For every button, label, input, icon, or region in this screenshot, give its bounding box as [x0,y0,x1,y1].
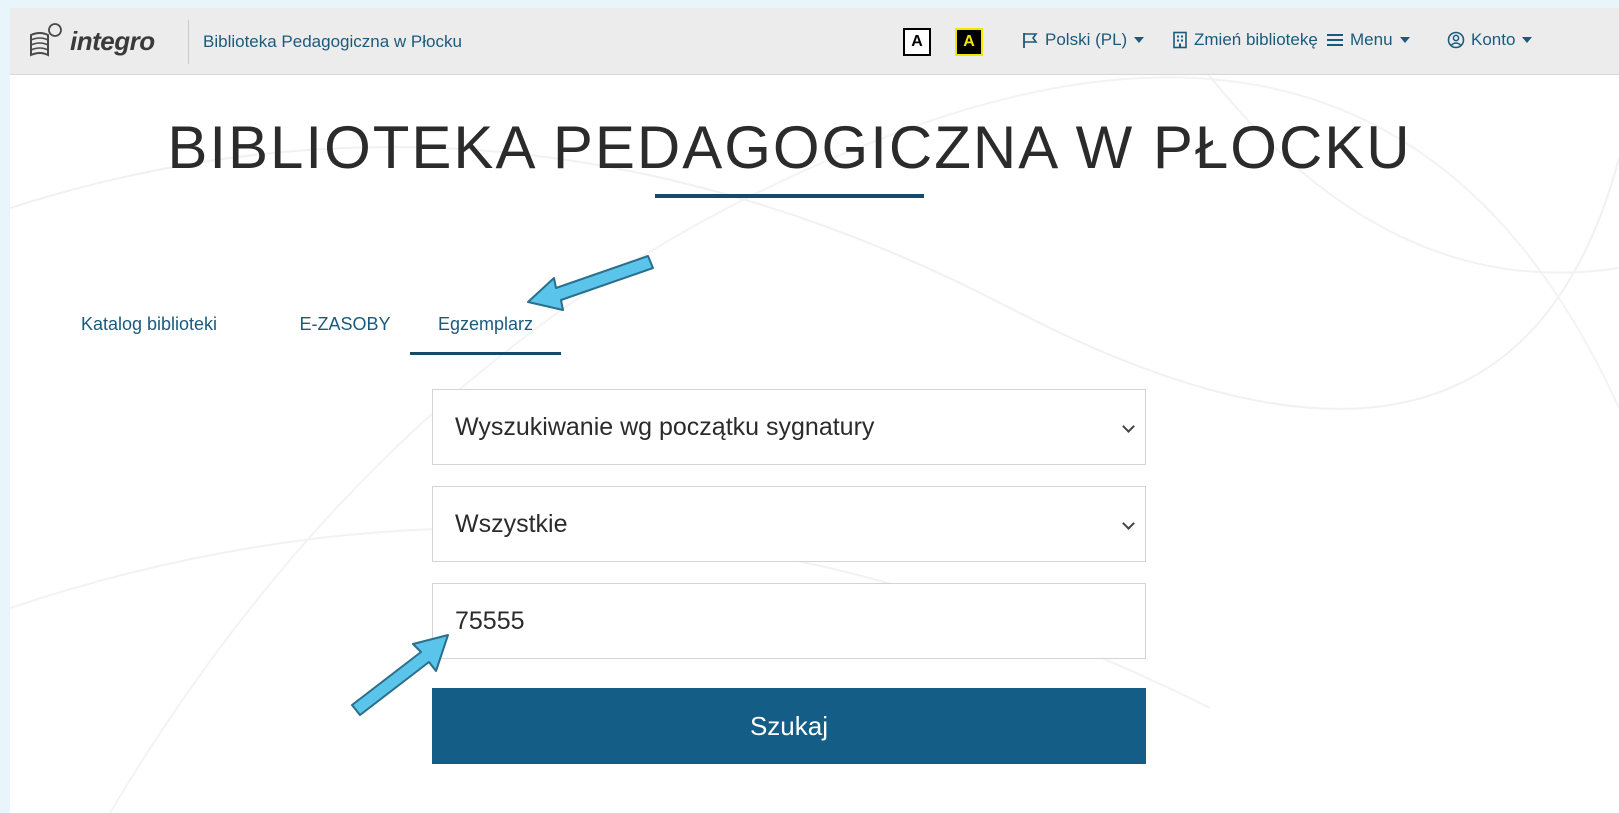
flag-icon [1023,33,1038,48]
chevron-down-icon [1122,517,1135,530]
call-number-value: 75555 [455,607,525,635]
page-title: BIBLIOTEKA PEDAGOGICZNA W PŁOCKU [167,114,1412,181]
scope-select[interactable]: Wszystkie [432,486,1146,562]
menu-label: Menu [1350,30,1393,49]
contrast-high-button[interactable]: A [955,28,983,56]
contrast-normal-button[interactable]: A [903,28,931,56]
hamburger-icon [1327,34,1343,46]
language-label: Polski (PL) [1045,30,1128,49]
chevron-down-icon [1122,420,1135,433]
annotation-arrow-tab [527,255,654,311]
logo-text: integro [70,25,155,56]
tab-library-catalog[interactable]: Katalog biblioteki [54,300,244,352]
search-type-value: Wyszukiwanie wg początku sygnatury [455,413,875,441]
user-circle-icon [1447,31,1465,49]
scope-value: Wszystkie [455,510,568,538]
menu-dropdown[interactable]: Menu [1326,30,1410,50]
chevron-down-icon [1399,37,1410,43]
integro-logo[interactable]: integro [28,20,155,62]
title-underline [655,194,924,198]
search-type-select[interactable]: Wyszukiwanie wg początku sygnatury [432,389,1146,465]
library-name-link[interactable]: Biblioteka Pedagogiczna w Płocku [203,32,462,52]
change-library-label: Zmień bibliotekę [1194,30,1318,49]
account-dropdown[interactable]: Konto [1447,30,1533,50]
change-library-link[interactable]: Zmień bibliotekę [1172,30,1318,50]
search-button[interactable]: Szukaj [432,688,1146,764]
account-label: Konto [1471,30,1516,49]
tab-e-resources[interactable]: E-ZASOBY [280,300,410,352]
logo-divider [188,20,189,64]
call-number-input[interactable]: 75555 [432,583,1146,659]
top-bar: integro Biblioteka Pedagogiczna w Płocku… [10,8,1619,75]
chevron-down-icon [1522,37,1533,43]
building-icon [1173,31,1187,49]
page-frame: integro Biblioteka Pedagogiczna w Płocku… [10,8,1619,813]
language-dropdown[interactable]: Polski (PL) [1021,30,1145,50]
annotation-arrow-input [351,634,449,716]
chevron-down-icon [1134,37,1145,43]
book-logo-icon [30,23,62,57]
